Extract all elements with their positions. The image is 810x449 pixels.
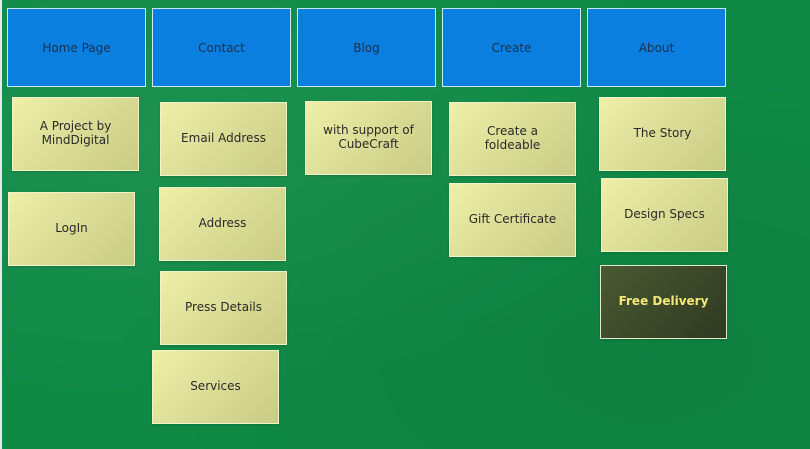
note-free-delivery[interactable]: Free Delivery [600,265,727,339]
nav-tab-create[interactable]: Create [442,8,581,87]
note-press-details[interactable]: Press Details [160,271,287,345]
note-create-foldeable[interactable]: Create a foldeable [449,102,576,176]
note-address[interactable]: Address [159,187,286,261]
note-the-story[interactable]: The Story [599,97,726,171]
window-edge [0,0,2,449]
note-services[interactable]: Services [152,350,279,424]
nav-tab-blog[interactable]: Blog [297,8,436,87]
note-gift-certificate[interactable]: Gift Certificate [449,183,576,257]
note-project-by-minddigital[interactable]: A Project by MindDigital [12,97,139,171]
note-design-specs[interactable]: Design Specs [601,178,728,252]
nav-tab-home-page[interactable]: Home Page [7,8,146,87]
nav-tab-about[interactable]: About [587,8,726,87]
note-login[interactable]: LogIn [8,192,135,266]
nav-tab-contact[interactable]: Contact [152,8,291,87]
note-support-cubecraft[interactable]: with support of CubeCraft [305,101,432,175]
note-email-address[interactable]: Email Address [160,102,287,176]
